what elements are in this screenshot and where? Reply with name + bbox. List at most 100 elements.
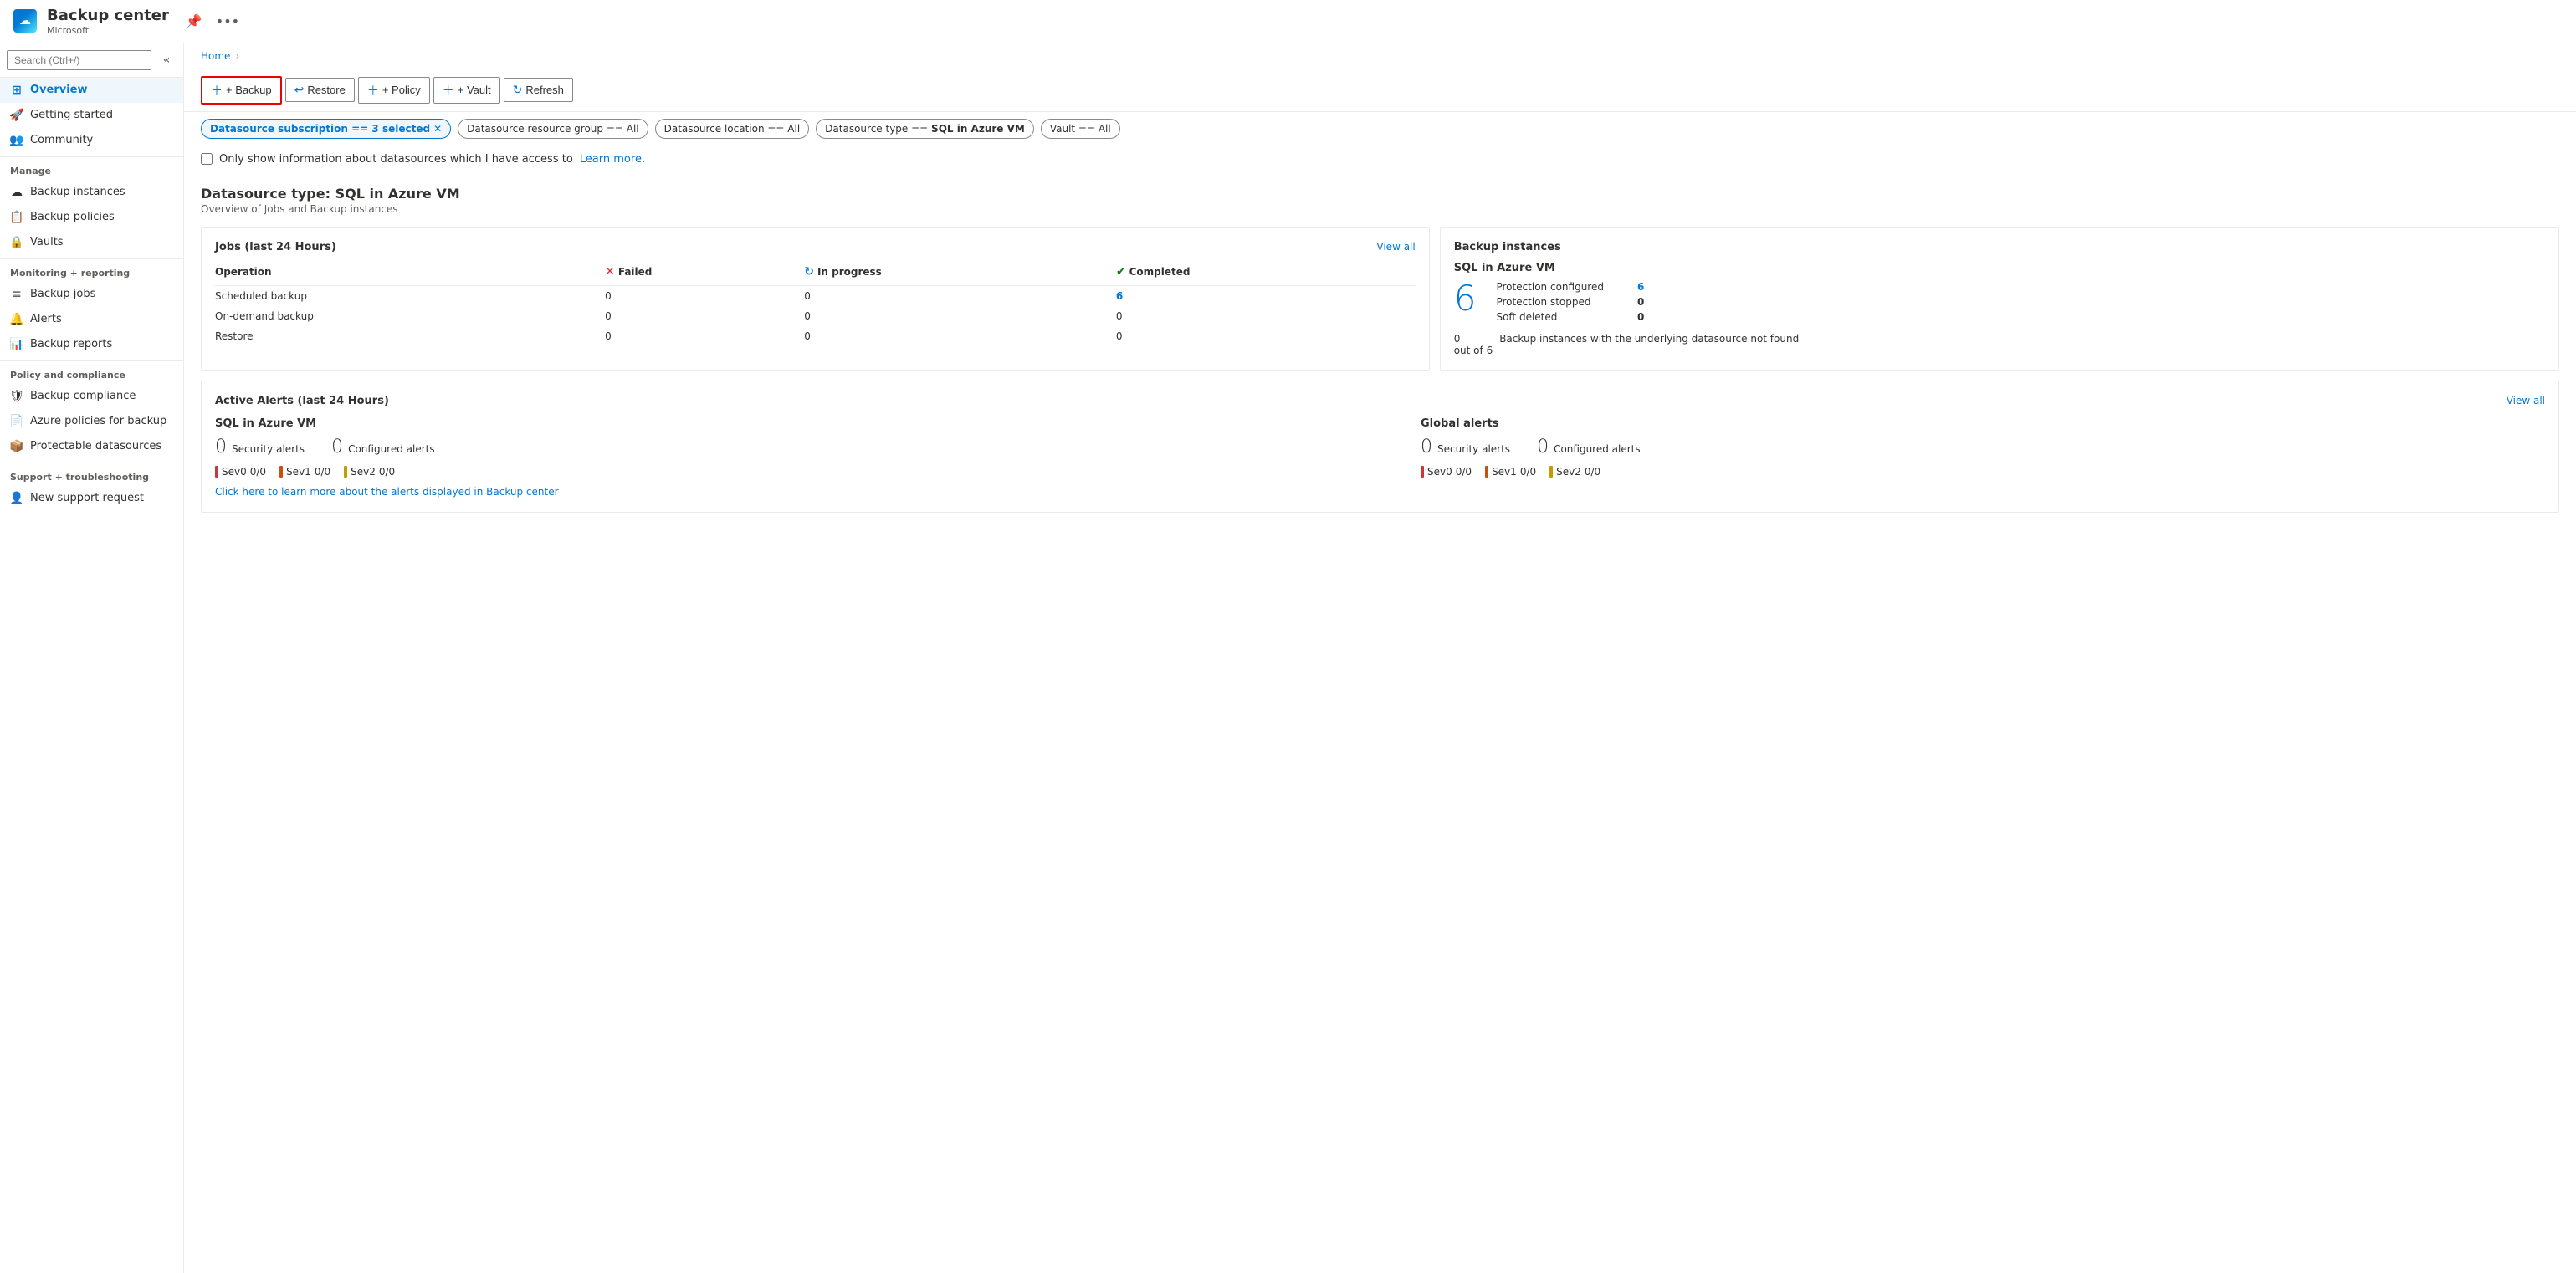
sidebar-monitoring-label: Monitoring + reporting [0, 258, 183, 282]
learn-more-link[interactable]: Learn more. [580, 153, 645, 166]
bi-footer: 0 out of 6 Backup instances with the und… [1454, 333, 2545, 356]
bi-stat-row: Protection stopped 0 [1496, 296, 1644, 308]
sidebar-item-icon: 📦 [10, 440, 23, 453]
breadcrumb-home[interactable]: Home [201, 50, 230, 62]
sidebar-item-vaults[interactable]: 🔒 Vaults [0, 230, 183, 255]
sidebar-item-alerts[interactable]: 🔔 Alerts [0, 307, 183, 332]
sidebar-item-label: Community [30, 134, 93, 146]
security-alerts-label: Security alerts [232, 443, 305, 455]
jobs-card-header: Jobs (last 24 Hours) View all [215, 241, 1416, 253]
fail-icon: ✕ [605, 265, 615, 279]
completed-link[interactable]: 6 [1116, 290, 1123, 302]
sidebar-item-azure-policies-for-backup[interactable]: 📄 Azure policies for backup [0, 409, 183, 434]
filter-chip-0[interactable]: Datasource subscription == 3 selected ✕ [201, 119, 451, 139]
vault-button[interactable]: ＋ + Vault [433, 77, 500, 104]
sev-label: Sev0 [222, 466, 247, 478]
bi-stat-row: Soft deleted 0 [1496, 311, 1644, 323]
sidebar-item-label: New support request [30, 492, 144, 504]
col-inprogress: ↻ In progress [804, 262, 1116, 286]
bi-big-number: 6 [1454, 281, 1477, 316]
sidebar-item-overview[interactable]: ⊞ Overview [0, 78, 183, 103]
sidebar-support-items: 👤 New support request [0, 486, 183, 511]
col-completed: ✔ Completed [1116, 262, 1416, 286]
backup-instances-card: Backup instances SQL in Azure VM 6 Prote… [1440, 227, 2559, 371]
search-input[interactable] [7, 50, 151, 70]
refresh-icon: ↻ [513, 83, 523, 97]
sev-label: Sev1 [286, 466, 311, 478]
sev-label: Sev1 [1492, 466, 1517, 478]
alert-counts: 0 Security alerts 0 Configured alerts [215, 437, 1339, 458]
filter-chip-4[interactable]: Vault == All [1041, 119, 1120, 139]
security-alerts-num: 0 [215, 437, 227, 458]
bi-stat-value-link[interactable]: 6 [1637, 281, 1644, 293]
sidebar-item-icon: 📋 [10, 211, 23, 224]
sev-value: 0/0 [315, 466, 330, 478]
bi-stat-row: Protection configured 6 [1496, 281, 1644, 293]
sidebar-item-label: Backup policies [30, 211, 115, 223]
sidebar-policy-items: 🛡 Backup compliance 📄 Azure policies for… [0, 384, 183, 459]
sidebar-item-label: Vaults [30, 236, 64, 248]
alerts-footer-link[interactable]: Click here to learn more about the alert… [215, 486, 559, 498]
policy-button[interactable]: ＋ + Policy [358, 77, 430, 104]
alerts-view-all[interactable]: View all [2507, 395, 2545, 406]
jobs-view-all[interactable]: View all [1376, 241, 1415, 253]
backup-button[interactable]: ＋ + Backup [201, 76, 282, 105]
sev-label: Sev2 [1556, 466, 1581, 478]
sev-row: Sev0 0/0 Sev1 0/0 Sev2 0/0 [1421, 466, 2545, 478]
col-failed: ✕ Failed [605, 262, 804, 286]
configured-alerts-item: 0 Configured alerts [1537, 437, 1641, 458]
sidebar-item-label: Backup compliance [30, 390, 136, 402]
filters-row: Datasource subscription == 3 selected ✕ … [184, 112, 2576, 146]
refresh-button[interactable]: ↻ Refresh [504, 78, 573, 102]
breadcrumb-sep: › [235, 50, 239, 62]
sev-label: Sev2 [351, 466, 376, 478]
sev-item: Sev2 0/0 [344, 466, 395, 478]
col-operation: Operation [215, 262, 605, 286]
restore-button[interactable]: ↩ Restore [285, 78, 355, 102]
sidebar-monitoring-items: ≡ Backup jobs 🔔 Alerts 📊 Backup reports [0, 282, 183, 357]
sev-bar-orange [279, 466, 283, 478]
filter-chip-2[interactable]: Datasource location == All [655, 119, 810, 139]
sidebar-item-icon: ≡ [10, 288, 23, 301]
sev-item: Sev0 0/0 [1421, 466, 1472, 478]
sidebar-item-icon: 🔒 [10, 236, 23, 249]
filter-chip-3[interactable]: Datasource type == SQL in Azure VM [816, 119, 1034, 139]
sidebar-item-community[interactable]: 👥 Community [0, 128, 183, 153]
collapse-icon[interactable]: « [155, 54, 178, 67]
top-bar-icons: 📌 ••• [182, 12, 243, 31]
app-subtitle: Microsoft [47, 25, 169, 36]
bi-card-title: Backup instances [1454, 241, 1561, 253]
top-bar: ☁ Backup center Microsoft 📌 ••• [0, 0, 2576, 43]
access-checkbox[interactable] [201, 153, 213, 165]
bi-card-header: Backup instances [1454, 241, 2545, 253]
sidebar-item-icon: 👥 [10, 134, 23, 147]
sidebar-item-backup-jobs[interactable]: ≡ Backup jobs [0, 282, 183, 307]
sev-bar-red [215, 466, 218, 478]
alerts-card-title: Active Alerts (last 24 Hours) [215, 395, 389, 407]
progress-icon: ↻ [804, 265, 814, 279]
security-alerts-item: 0 Security alerts [215, 437, 305, 458]
security-alerts-item: 0 Security alerts [1421, 437, 1510, 458]
sidebar-item-icon: ☁ [10, 186, 23, 199]
sidebar-item-icon: 🚀 [10, 109, 23, 122]
sidebar-item-new-support-request[interactable]: 👤 New support request [0, 486, 183, 511]
filter-chip-1[interactable]: Datasource resource group == All [458, 119, 648, 139]
sidebar-item-backup-policies[interactable]: 📋 Backup policies [0, 205, 183, 230]
sidebar-item-getting-started[interactable]: 🚀 Getting started [0, 103, 183, 128]
breadcrumb: Home › [184, 43, 2576, 69]
table-row: Restore 0 0 0 [215, 326, 1416, 346]
restore-icon: ↩ [294, 83, 305, 97]
sidebar-item-icon: 👤 [10, 492, 23, 505]
sidebar-manage-label: Manage [0, 156, 183, 180]
more-icon[interactable]: ••• [213, 12, 243, 31]
sidebar-item-backup-instances[interactable]: ☁ Backup instances [0, 180, 183, 205]
sidebar-item-backup-reports[interactable]: 📊 Backup reports [0, 332, 183, 357]
alert-counts: 0 Security alerts 0 Configured alerts [1421, 437, 2545, 458]
backup-icon: ＋ [211, 82, 223, 99]
sidebar-item-protectable-datasources[interactable]: 📦 Protectable datasources [0, 434, 183, 459]
pin-icon[interactable]: 📌 [182, 12, 206, 31]
app-title: Backup center [47, 7, 169, 25]
sidebar-item-backup-compliance[interactable]: 🛡 Backup compliance [0, 384, 183, 409]
sidebar-item-label: Alerts [30, 313, 62, 325]
sev-value: 0/0 [1520, 466, 1536, 478]
